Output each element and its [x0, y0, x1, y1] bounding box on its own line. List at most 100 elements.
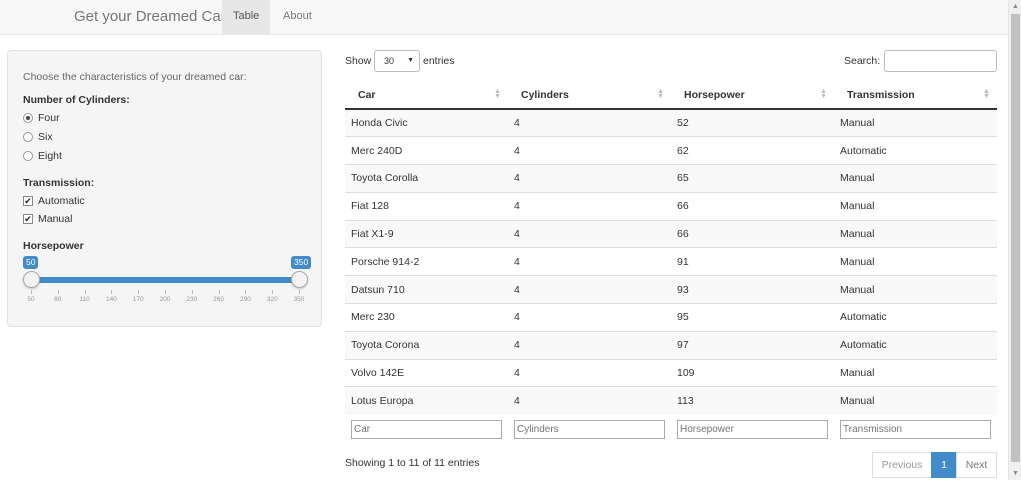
column-header-car[interactable]: Car ▲ ▼ — [345, 81, 508, 110]
slider-tick-label: 80 — [54, 296, 62, 303]
sort-both-icon: ▲ ▼ — [494, 88, 501, 100]
table-row[interactable]: Porsche 914-2 4 91 Manual — [345, 247, 997, 276]
slider-tick — [218, 290, 220, 294]
slider-min-handle[interactable] — [23, 271, 40, 288]
slider-tick-label: 110 — [79, 296, 90, 303]
checkbox-checked[interactable]: ✔ — [23, 196, 33, 206]
table-cell: 109 — [671, 358, 834, 387]
slider-min-badge: 50 — [23, 256, 39, 269]
filter-car[interactable] — [351, 420, 502, 439]
arrow-down-icon[interactable]: ▼ — [1009, 467, 1021, 480]
table-row[interactable]: Toyota Corona 4 97 Automatic — [345, 330, 997, 360]
filter-cylinders[interactable] — [514, 420, 665, 439]
slider-tick-label: 260 — [213, 296, 225, 303]
horsepower-label: Horsepower — [23, 240, 84, 252]
scrollbar-thumb[interactable] — [1011, 14, 1020, 462]
table-cell: Fiat 128 — [345, 191, 508, 221]
table-cell: 4 — [508, 275, 671, 304]
radio-button[interactable] — [23, 151, 33, 161]
table-cell: 4 — [508, 303, 671, 332]
slider-tick — [57, 290, 59, 294]
table-cell: 97 — [671, 330, 834, 360]
table-cell: Manual — [834, 275, 997, 304]
search-input[interactable] — [884, 50, 997, 72]
slider-tick — [299, 290, 300, 294]
table-cell: 4 — [508, 219, 671, 248]
table-cell: 4 — [508, 136, 671, 165]
radio-label: Four — [38, 112, 60, 124]
table-cell: Lotus Europa — [345, 386, 508, 415]
tab-table[interactable]: Table — [222, 0, 271, 34]
table-row[interactable]: Fiat X1-9 4 66 Manual — [345, 219, 997, 248]
table-cell: 4 — [508, 386, 671, 415]
slider-tick — [191, 290, 193, 294]
checkbox-label: Automatic — [38, 195, 85, 207]
slider-tick-label: 320 — [266, 296, 278, 303]
slider-tick — [272, 290, 274, 294]
table-cell: 52 — [671, 108, 834, 137]
checkbox-checked[interactable]: ✔ — [23, 214, 33, 224]
column-header-label: Car — [358, 88, 376, 101]
column-header-transmission[interactable]: Transmission ▲ ▼ — [834, 81, 997, 110]
table-cell: Datsun 710 — [345, 275, 508, 304]
show-label: Show — [345, 55, 372, 67]
sidebar-panel: Choose the characteristics of your dream… — [7, 50, 322, 327]
table-row[interactable]: Datsun 710 4 93 Manual — [345, 275, 997, 304]
table-cell: Manual — [834, 108, 997, 137]
table-cell: 113 — [671, 386, 834, 415]
table-info: Showing 1 to 11 of 11 entries — [345, 457, 480, 469]
table-cell: 4 — [508, 191, 671, 221]
sort-both-icon: ▲ ▼ — [657, 88, 664, 100]
slider-max-handle[interactable] — [291, 271, 308, 288]
radio-button-selected[interactable] — [23, 113, 33, 123]
column-header-horsepower[interactable]: Horsepower ▲ ▼ — [671, 81, 834, 110]
slider-track[interactable] — [31, 277, 299, 283]
page-length-select[interactable]: 30 ▼ — [374, 50, 420, 72]
slider-tick — [84, 290, 86, 294]
table-cell: 4 — [508, 164, 671, 193]
slider-tick — [111, 290, 113, 294]
page-1-button[interactable]: 1 — [931, 452, 957, 478]
cylinders-label: Number of Cylinders: — [23, 94, 130, 106]
search-label: Search: — [844, 55, 881, 67]
previous-button[interactable]: Previous — [872, 452, 932, 478]
tab-about[interactable]: About — [272, 0, 323, 34]
column-header-label: Transmission — [847, 88, 915, 101]
table-cell: Automatic — [834, 330, 997, 360]
horsepower-range-slider[interactable]: 50 350 50 80 110 140 170 200 230 260 290 320 350 — [23, 256, 312, 306]
table-row[interactable]: Toyota Corolla 4 65 Manual — [345, 164, 997, 193]
table-cell: 65 — [671, 164, 834, 193]
slider-tick-label: 290 — [239, 296, 251, 303]
column-header-cylinders[interactable]: Cylinders ▲ ▼ — [508, 81, 671, 110]
slider-tick — [245, 290, 247, 294]
filter-horsepower[interactable] — [677, 420, 828, 439]
table-cell: 91 — [671, 247, 834, 276]
app-brand[interactable]: Get your Dreamed Car — [74, 0, 226, 35]
table-cell: Toyota Corona — [345, 330, 508, 360]
table-cell: Automatic — [834, 136, 997, 165]
table-row[interactable]: Honda Civic 4 52 Manual — [345, 108, 997, 137]
table-cell: Honda Civic — [345, 108, 508, 137]
table-cell: Merc 240D — [345, 136, 508, 165]
slider-max-badge: 350 — [291, 256, 312, 269]
slider-tick-label: 140 — [105, 296, 117, 303]
table-cell: Volvo 142E — [345, 358, 508, 387]
sidebar-intro: Choose the characteristics of your dream… — [23, 71, 247, 83]
vertical-scrollbar[interactable]: ▲ ▼ — [1008, 0, 1021, 480]
table-row[interactable]: Merc 240D 4 62 Automatic — [345, 136, 997, 165]
arrow-up-icon[interactable]: ▲ — [1009, 0, 1021, 13]
transmission-label: Transmission: — [23, 177, 95, 189]
table-row[interactable]: Lotus Europa 4 113 Manual — [345, 386, 997, 415]
table-cell: 95 — [671, 303, 834, 332]
filter-transmission[interactable] — [840, 420, 991, 439]
table-row[interactable]: Merc 230 4 95 Automatic — [345, 303, 997, 332]
table-cell: 4 — [508, 108, 671, 137]
table-cell: Merc 230 — [345, 303, 508, 332]
table-row[interactable]: Volvo 142E 4 109 Manual — [345, 358, 997, 387]
table-row[interactable]: Fiat 128 4 66 Manual — [345, 191, 997, 221]
table-cell: Manual — [834, 386, 997, 415]
table-cell: 66 — [671, 191, 834, 221]
table-cell: Manual — [834, 164, 997, 193]
radio-button[interactable] — [23, 132, 33, 142]
next-button[interactable]: Next — [956, 452, 997, 478]
